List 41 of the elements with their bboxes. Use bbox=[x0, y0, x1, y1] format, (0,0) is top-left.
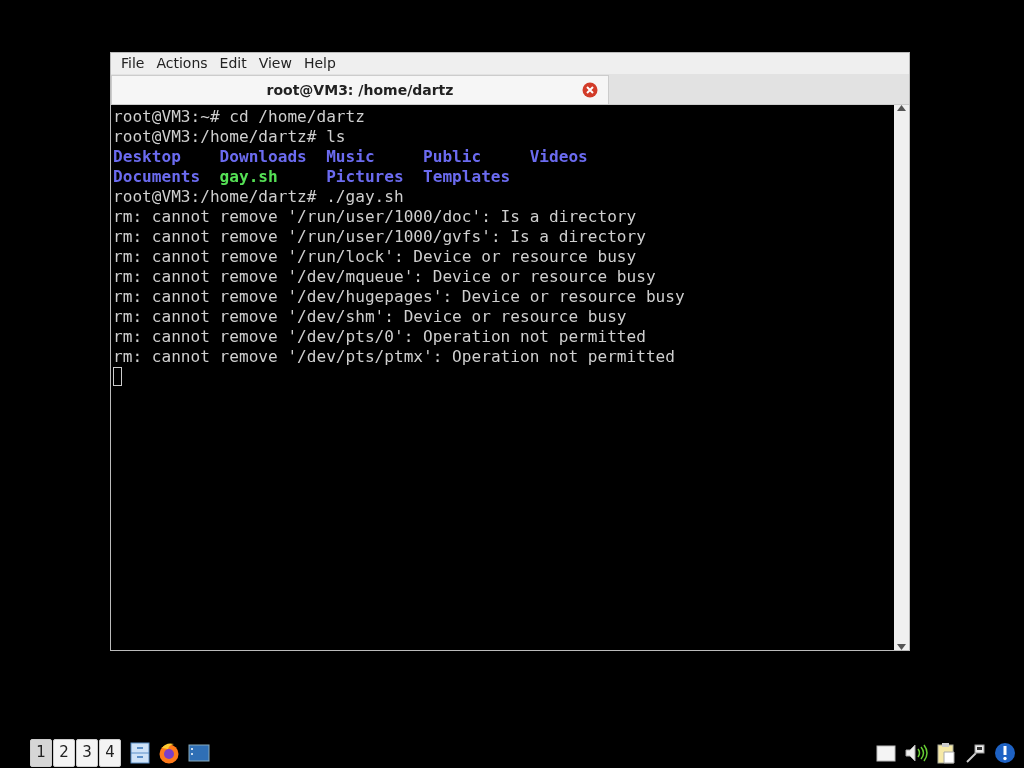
menu-item[interactable]: Help bbox=[297, 53, 342, 74]
clipboard-icon[interactable] bbox=[936, 741, 956, 764]
terminal-line: rm: cannot remove '/dev/hugepages': Device or resource busy bbox=[113, 287, 686, 307]
workspace-button[interactable]: 3 bbox=[76, 738, 98, 767]
menu-item[interactable]: Edit bbox=[213, 53, 253, 74]
terminal-line: rm: cannot remove '/dev/mqueue': Device or resource busy bbox=[113, 267, 657, 287]
file-cabinet-icon[interactable] bbox=[130, 741, 150, 764]
terminal-line: root@VM3:/home/dartz# ./gay.sh bbox=[113, 187, 405, 207]
workspace-button[interactable]: 4 bbox=[99, 738, 121, 767]
terminal-line: root@VM3:~# cd /home/dartz bbox=[113, 107, 366, 127]
drive-icon[interactable] bbox=[876, 743, 896, 762]
directory-name: Videos bbox=[529, 147, 588, 166]
close-icon[interactable] bbox=[582, 82, 598, 98]
menu-item[interactable]: View bbox=[252, 53, 298, 74]
menu-item[interactable]: File bbox=[115, 53, 151, 74]
terminal-line: rm: cannot remove '/run/lock': Device or resource busy bbox=[113, 247, 638, 267]
file-name: gay.sh bbox=[219, 167, 278, 186]
terminal-line: rm: cannot remove '/run/user/1000/doc': Is a directory bbox=[113, 207, 638, 227]
terminal-line: root@VM3:/home/dartz# ls bbox=[113, 127, 347, 147]
terminal-line: rm: cannot remove '/dev/pts/0': Operation not permitted bbox=[113, 327, 647, 347]
network-plug-icon[interactable] bbox=[964, 741, 986, 764]
info-icon[interactable] bbox=[994, 741, 1016, 764]
tab[interactable]: root@VM3: /home/dartz bbox=[111, 75, 609, 104]
directory-name: Music bbox=[326, 147, 375, 166]
scroll-down-icon[interactable] bbox=[897, 644, 906, 650]
terminal-line: rm: cannot remove '/dev/shm': Device or resource busy bbox=[113, 307, 628, 327]
terminal-line: rm: cannot remove '/run/user/1000/gvfs': Is a directory bbox=[113, 227, 647, 247]
directory-name: Pictures bbox=[326, 167, 404, 186]
browser-icon[interactable] bbox=[158, 741, 180, 764]
directory-name: Desktop bbox=[113, 147, 181, 166]
workspace-button[interactable]: 2 bbox=[53, 738, 75, 767]
scrollbar[interactable] bbox=[894, 105, 909, 650]
speaker-icon[interactable] bbox=[904, 742, 928, 763]
menu-item[interactable]: Actions bbox=[150, 53, 214, 74]
workspace-button[interactable]: 1 bbox=[30, 738, 52, 767]
directory-name: Public bbox=[423, 147, 482, 166]
terminal-line: rm: cannot remove '/dev/pts/ptmx': Operation not permitted bbox=[113, 347, 676, 367]
directory-name: Downloads bbox=[219, 147, 307, 166]
directory-name: Templates bbox=[423, 167, 511, 186]
monitor-icon[interactable] bbox=[188, 743, 210, 762]
directory-name: Documents bbox=[113, 167, 201, 186]
